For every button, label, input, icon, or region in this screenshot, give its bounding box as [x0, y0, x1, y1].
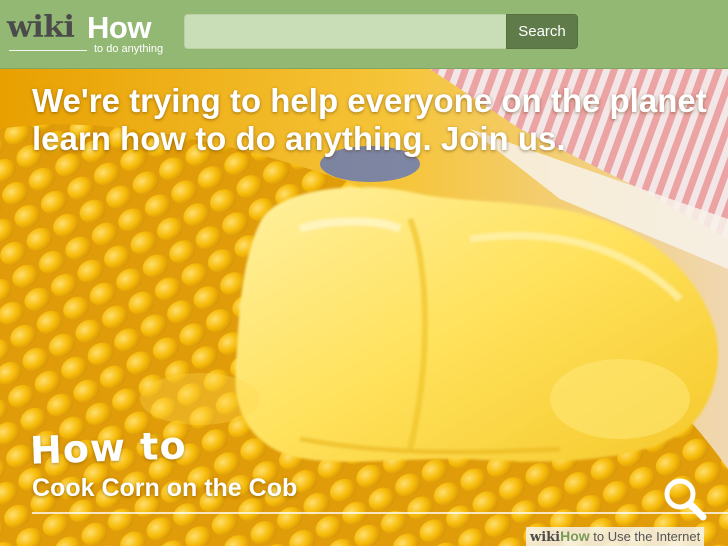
watermark-how: How	[560, 528, 590, 544]
article-title[interactable]: Cook Corn on the Cob	[32, 474, 297, 503]
logo-tagline: to do anything	[94, 43, 164, 55]
magnifier-icon[interactable]	[660, 474, 708, 522]
how-to-label: How to	[29, 423, 188, 473]
hero-banner: We're trying to help everyone on the pla…	[0, 69, 728, 546]
hero-headline: We're trying to help everyone on the pla…	[32, 82, 707, 157]
page: wiki How to do anything Search We're try…	[0, 0, 728, 546]
wikihow-watermark: wikiHow to Use the Internet	[526, 527, 705, 546]
search-input[interactable]	[184, 14, 506, 49]
logo-divider	[9, 50, 87, 51]
wikihow-logo[interactable]: wiki How to do anything	[7, 10, 167, 56]
search-button[interactable]: Search	[506, 14, 578, 49]
logo-wiki-text: wiki	[7, 10, 75, 45]
site-header: wiki How to do anything Search	[0, 0, 728, 69]
watermark-text: to Use the Internet	[589, 529, 701, 544]
watermark-wiki: wiki	[530, 530, 561, 545]
logo-how-text: How	[87, 10, 151, 45]
title-underline	[32, 512, 728, 514]
